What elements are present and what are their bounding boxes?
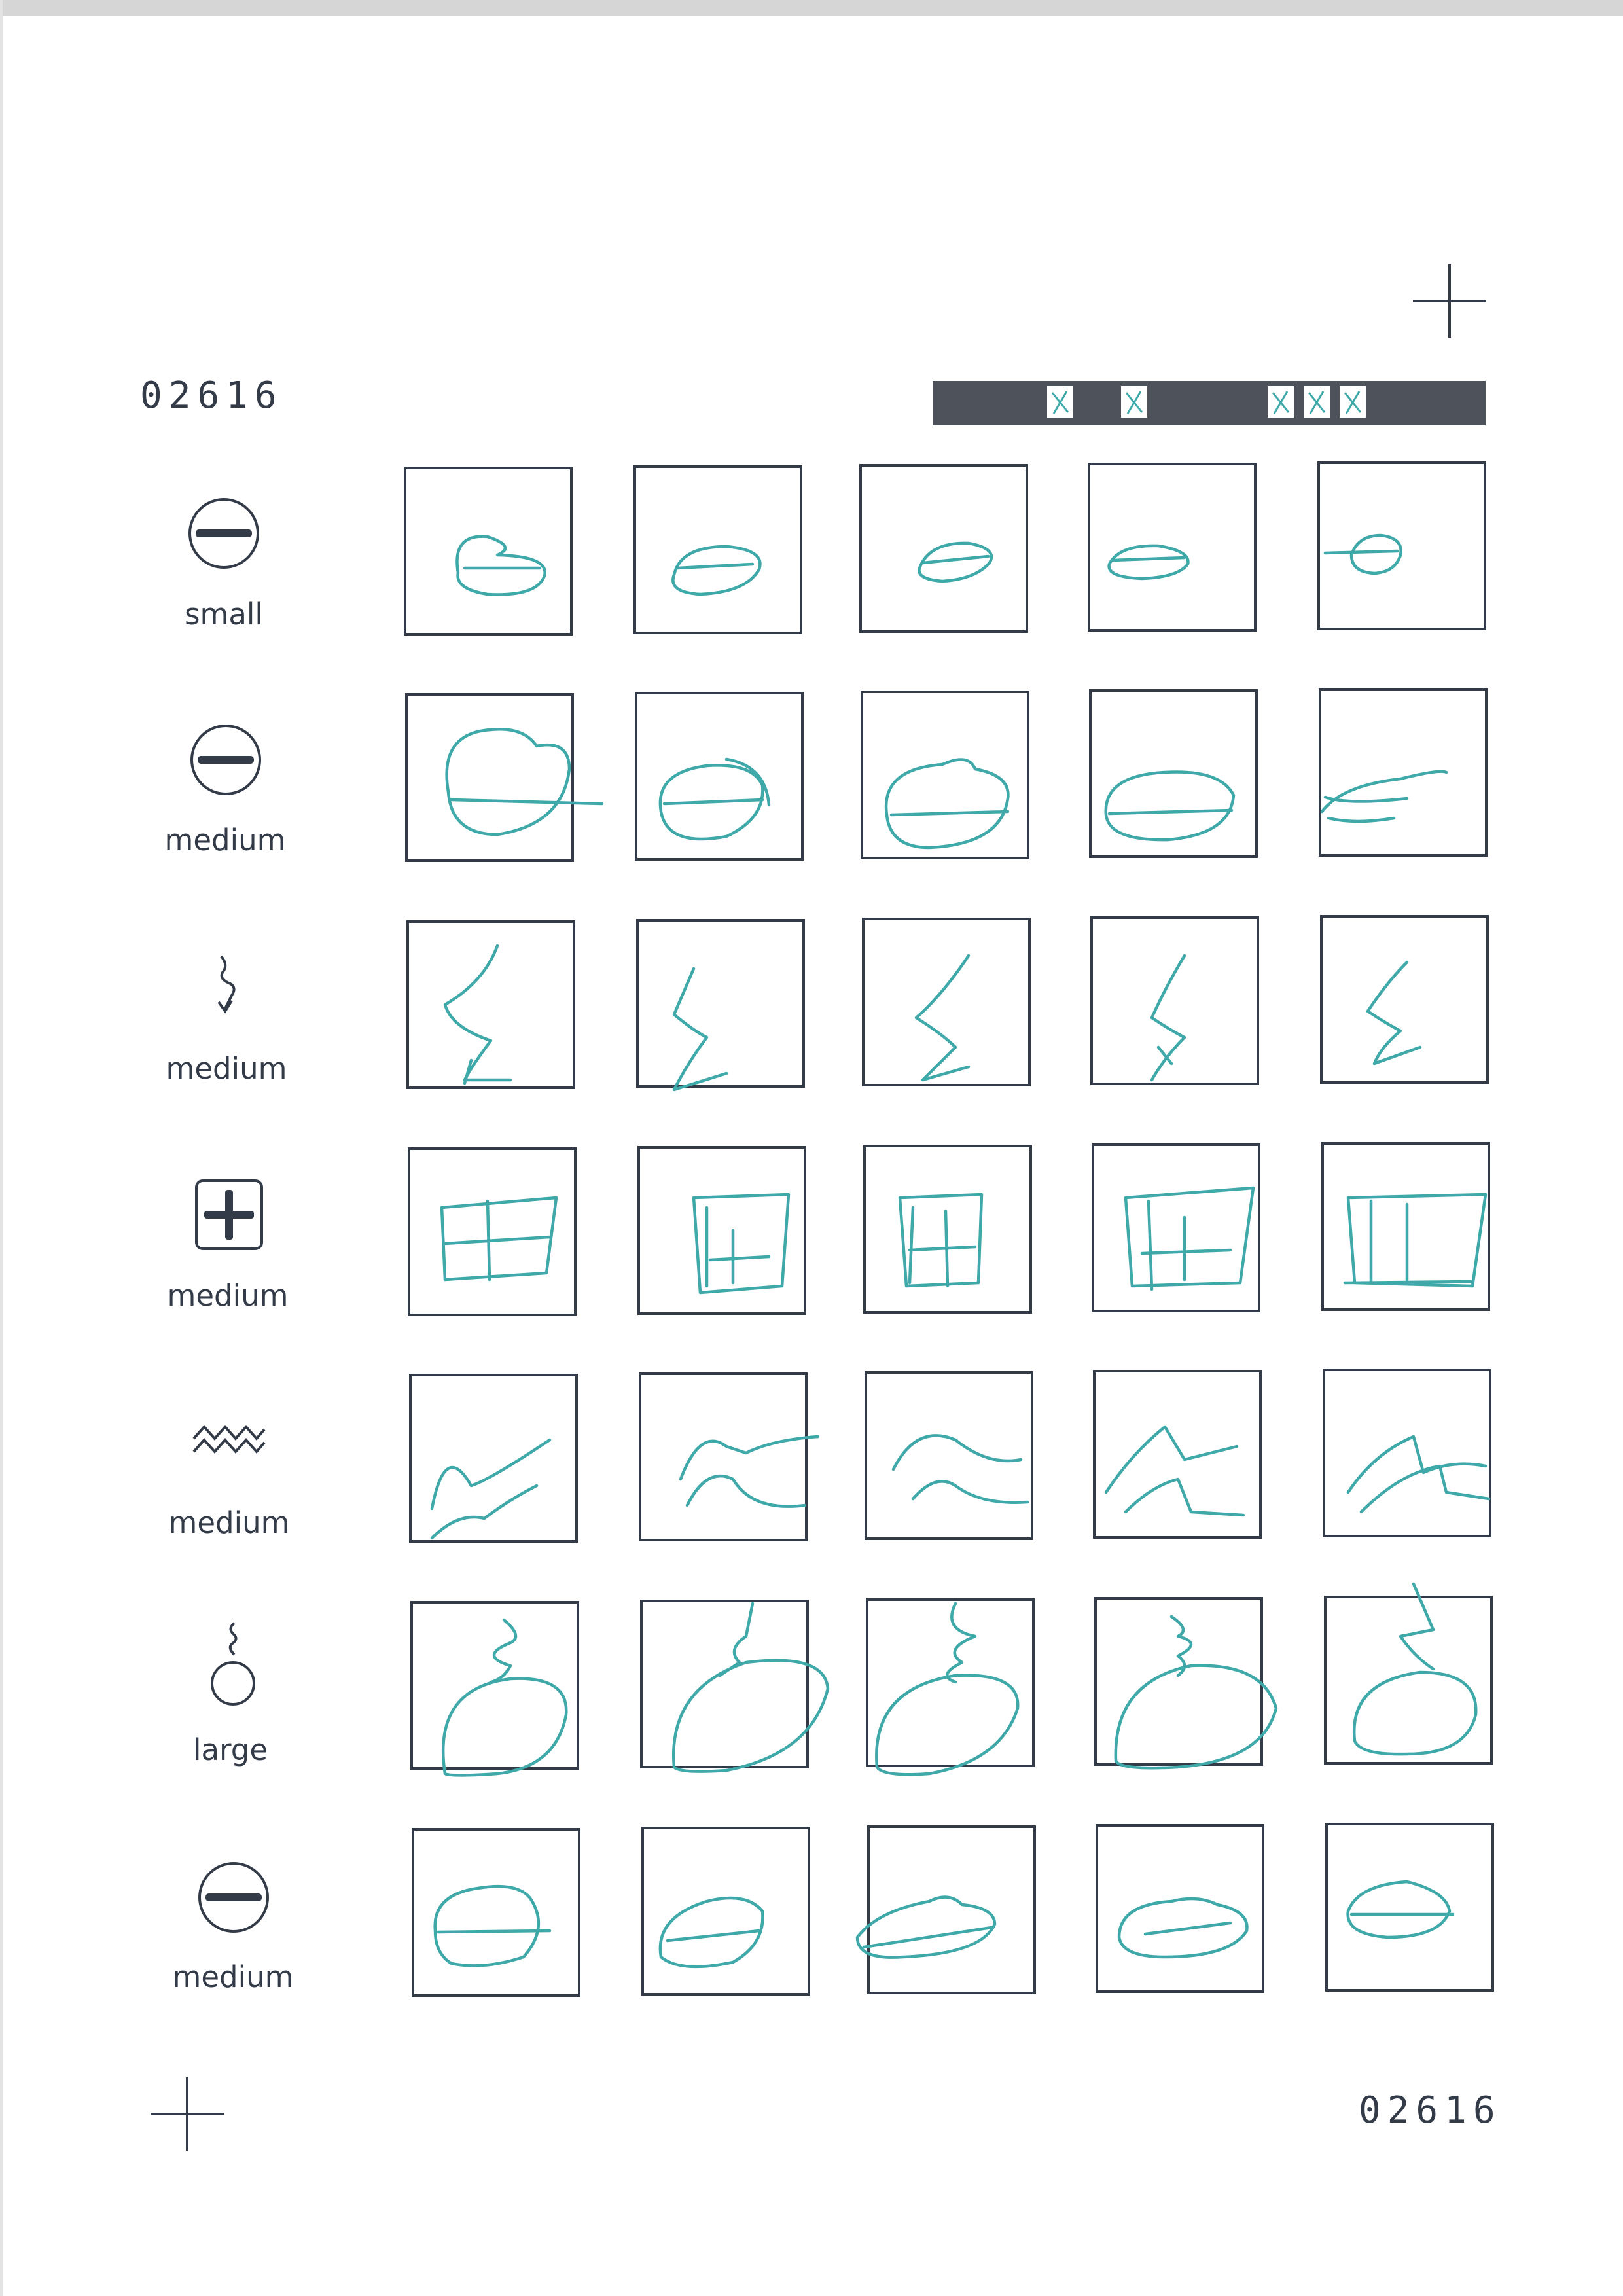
row-label: medium [167, 1278, 289, 1313]
drawing-box[interactable] [409, 1374, 578, 1543]
form-id-top: 02616 [140, 374, 283, 417]
drawing-box[interactable] [1320, 915, 1489, 1084]
drawing-box[interactable] [1093, 1370, 1262, 1539]
drawing-box[interactable] [1088, 463, 1257, 632]
drawing-box[interactable] [404, 467, 573, 636]
drawing-box[interactable] [862, 918, 1031, 1086]
drawing-box[interactable] [1090, 916, 1259, 1085]
drawing-box[interactable] [865, 1371, 1033, 1540]
row-label: small [185, 597, 263, 632]
drawing-box[interactable] [641, 1827, 810, 1996]
circle-minus-icon [198, 1862, 269, 1933]
row-label: large [192, 1732, 268, 1767]
drawing-box[interactable] [861, 691, 1029, 859]
drawing-box[interactable] [867, 1825, 1036, 1994]
row-label: medium [168, 1505, 290, 1540]
code-checkbox-bar [933, 381, 1486, 425]
drawing-box[interactable] [1094, 1597, 1263, 1766]
code-checkbox[interactable] [1047, 386, 1073, 418]
lightning-arrow-icon [217, 955, 236, 1014]
drawing-box[interactable] [405, 693, 574, 862]
row-label: medium [172, 1960, 294, 1994]
drawing-box[interactable] [1092, 1143, 1260, 1312]
drawing-box[interactable] [1323, 1369, 1491, 1537]
code-checkbox[interactable] [1121, 386, 1147, 418]
registration-cross-bottom-left [151, 2077, 224, 2151]
drawing-box[interactable] [406, 920, 575, 1089]
drawing-box[interactable] [633, 465, 802, 634]
drawing-box[interactable] [639, 1372, 808, 1541]
drawing-box[interactable] [1317, 461, 1486, 630]
drawing-box[interactable] [637, 1146, 806, 1315]
drawing-box[interactable] [1324, 1596, 1493, 1765]
registration-cross-top-right [1413, 264, 1486, 338]
drawing-box[interactable] [640, 1600, 809, 1768]
code-checkbox[interactable] [1304, 386, 1330, 418]
square-plus-icon [195, 1179, 263, 1250]
code-checkbox[interactable] [1340, 386, 1366, 418]
row-label: medium [164, 823, 286, 857]
drawing-box[interactable] [408, 1147, 577, 1316]
row-label: medium [166, 1051, 287, 1086]
scan-left-edge [0, 0, 3, 2296]
drawing-box[interactable] [410, 1601, 579, 1770]
drawing-box[interactable] [1319, 688, 1488, 857]
form-id-bottom: 02616 [1359, 2089, 1502, 2132]
drawing-box[interactable] [412, 1828, 580, 1997]
drawing-box[interactable] [863, 1145, 1032, 1314]
drawing-box[interactable] [1096, 1824, 1264, 1993]
bomb-fuse-icon [211, 1622, 255, 1706]
drawing-box[interactable] [1325, 1823, 1494, 1992]
circle-minus-icon [190, 725, 261, 795]
drawing-box[interactable] [859, 464, 1028, 633]
drawing-box[interactable] [636, 919, 805, 1088]
drawing-box[interactable] [1321, 1142, 1490, 1311]
drawing-box[interactable] [1089, 689, 1258, 858]
drawing-box[interactable] [635, 692, 804, 861]
scan-top-edge [0, 0, 1623, 16]
drawing-box[interactable] [866, 1598, 1035, 1767]
circle-minus-icon [188, 498, 259, 569]
code-checkbox[interactable] [1268, 386, 1294, 418]
zigzag-icon [192, 1424, 266, 1454]
